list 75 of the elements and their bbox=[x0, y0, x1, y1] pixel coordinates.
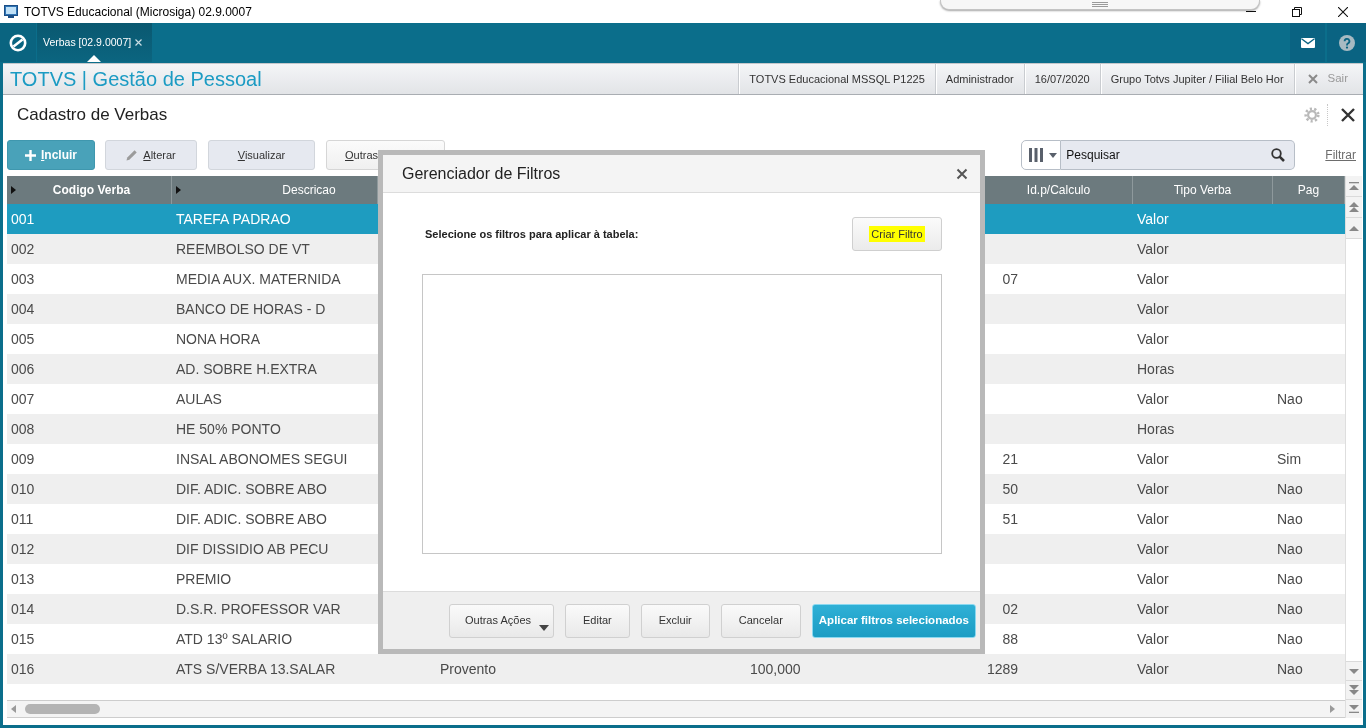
dialog-prompt: Selecione os filtros para aplicar à tabela: bbox=[425, 226, 639, 242]
table-cell-text: Valor bbox=[1136, 390, 1170, 409]
table-cell-text: 014 bbox=[10, 600, 36, 619]
table-cell-text: Sim bbox=[1276, 450, 1303, 469]
table-cell-text: 007 bbox=[10, 390, 36, 409]
table-cell-text: 001 bbox=[10, 210, 36, 229]
table-cell-text: 002 bbox=[10, 240, 36, 259]
table-cell-text: Nao bbox=[1276, 510, 1304, 529]
page-title: Cadastro de Verbas bbox=[17, 104, 168, 127]
table-cell-text: 009 bbox=[10, 450, 36, 469]
table-cell-text: DIF. ADIC. SOBRE ABO bbox=[175, 510, 328, 529]
table-cell-text: Valor bbox=[1136, 600, 1170, 619]
table-cell-text: Nao bbox=[1276, 660, 1304, 679]
table-cell-text: 006 bbox=[10, 360, 36, 379]
table-cell-text: REEMBOLSO DE VT bbox=[175, 240, 311, 259]
table-cell-text: DIF DISSIDIO AB PECU bbox=[175, 540, 330, 559]
table-cell-text: Provento bbox=[439, 660, 498, 679]
table-cell-text: Horas bbox=[1136, 420, 1176, 439]
table-cell-text: 010 bbox=[10, 480, 36, 499]
table-cell-text: 003 bbox=[10, 270, 36, 289]
table-cell-text: INSAL ABONOMES SEGUI bbox=[175, 450, 349, 469]
table-cell-text: 02 bbox=[1001, 600, 1019, 619]
table-cell-text: BANCO DE HORAS - D bbox=[175, 300, 327, 319]
table-cell-text: 016 bbox=[10, 660, 36, 679]
table-cell-text: MEDIA AUX. MATERNIDA bbox=[175, 270, 342, 289]
table-cell-text: Nao bbox=[1276, 570, 1304, 589]
table-cell-text: HE 50% PONTO bbox=[175, 420, 282, 439]
table-cell-text: Horas bbox=[1136, 360, 1176, 379]
table-cell-text: Valor bbox=[1136, 300, 1170, 319]
header-info: TOTVS Educacional MSSQL P1225 bbox=[738, 64, 935, 94]
table-cell-text: 005 bbox=[10, 330, 36, 349]
table-cell-text: Valor bbox=[1136, 210, 1170, 229]
table-cell-text: Valor bbox=[1136, 270, 1170, 289]
window-title: TOTVS Educacional (Microsiga) 02.9.0007 bbox=[24, 3, 252, 21]
table-cell-text: Valor bbox=[1136, 240, 1170, 259]
app-title: TOTVS | Gestão de Pessoal bbox=[9, 67, 262, 92]
table-cell-text: 011 bbox=[10, 510, 35, 529]
table-cell-text: 013 bbox=[10, 570, 36, 589]
table-cell-text: Nao bbox=[1276, 600, 1304, 619]
table-cell-text: 004 bbox=[10, 300, 36, 319]
table-cell-text: Valor bbox=[1136, 540, 1170, 559]
table-cell-text: NONA HORA bbox=[175, 330, 261, 349]
table-cell-text: Nao bbox=[1276, 540, 1304, 559]
table-cell-text: AD. SOBRE H.EXTRA bbox=[175, 360, 318, 379]
table-cell-text: Nao bbox=[1276, 390, 1304, 409]
table-cell-text: 21 bbox=[1001, 450, 1019, 469]
table-cell-text: 50 bbox=[1001, 480, 1019, 499]
header-info: Administrador bbox=[934, 64, 1024, 94]
table-cell-text: D.S.R. PROFESSOR VAR bbox=[175, 600, 342, 619]
table-cell-text: 88 bbox=[1001, 630, 1019, 649]
table-cell-text: Valor bbox=[1136, 660, 1170, 679]
table-cell-text: Valor bbox=[1136, 480, 1170, 499]
table-cell-text: 1289 bbox=[986, 660, 1020, 679]
table-cell-text: PREMIO bbox=[175, 570, 233, 589]
table-cell-text: Valor bbox=[1136, 630, 1170, 649]
table-cell-text: 008 bbox=[10, 420, 36, 439]
table-cell-text: DIF. ADIC. SOBRE ABO bbox=[175, 480, 328, 499]
table-cell-text: AULAS bbox=[175, 390, 223, 409]
table-cell-text: TAREFA PADRAO bbox=[175, 210, 292, 229]
table-cell-text: Valor bbox=[1136, 330, 1170, 349]
table-cell-text: 012 bbox=[10, 540, 36, 559]
table-cell-text: Valor bbox=[1136, 570, 1170, 589]
table-cell-text: Nao bbox=[1276, 630, 1304, 649]
table-cell-text: ATS S/VERBA 13.SALAR bbox=[175, 660, 337, 679]
header-info: Grupo Totvs Jupiter / Filial Belo Hor bbox=[1099, 64, 1294, 94]
table-cell-text: 51 bbox=[1001, 510, 1019, 529]
table-cell-text: 100,000 bbox=[749, 660, 802, 679]
dialog-title: Gerenciador de Filtros bbox=[402, 163, 561, 184]
table-cell-text: Valor bbox=[1136, 510, 1170, 529]
table-cell-text: 07 bbox=[1001, 270, 1019, 289]
table-cell-text: ATD 13º SALARIO bbox=[175, 630, 294, 649]
table-cell-text: Valor bbox=[1136, 450, 1170, 469]
header-info: 16/07/2020 bbox=[1023, 64, 1100, 94]
table-cell-text: Nao bbox=[1276, 480, 1304, 499]
table-cell-text: 015 bbox=[10, 630, 36, 649]
